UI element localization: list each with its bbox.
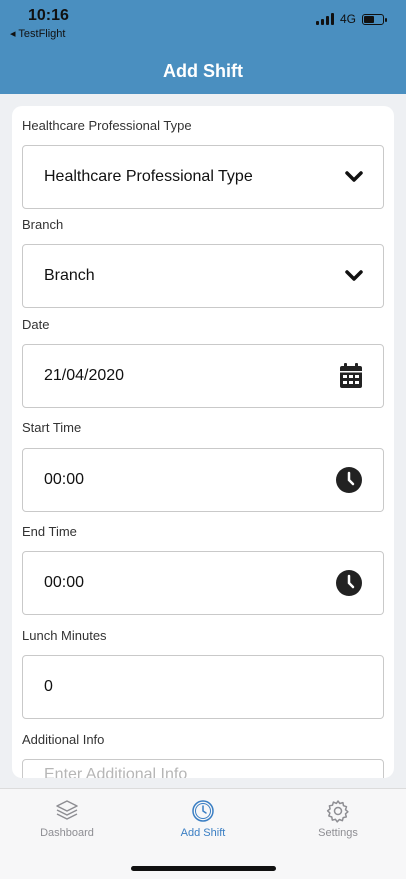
healthcare-type-select[interactable]: Healthcare Professional Type: [22, 145, 384, 209]
app-header: 10:16 ◂ TestFlight 4G Add Shift: [0, 0, 406, 94]
tab-settings[interactable]: Settings: [278, 799, 398, 839]
lunch-minutes-input[interactable]: 0: [22, 655, 384, 719]
date-value: 21/04/2020: [44, 367, 125, 384]
tab-dashboard[interactable]: Dashboard: [7, 799, 127, 839]
network-type: 4G: [339, 12, 356, 26]
battery-icon: [362, 13, 387, 25]
branch-value: Branch: [44, 267, 95, 284]
healthcare-type-label: Healthcare Professional Type: [22, 118, 192, 133]
tab-dashboard-label: Dashboard: [40, 827, 94, 839]
chevron-down-icon: [345, 270, 363, 282]
end-time-label: End Time: [22, 524, 77, 539]
additional-info-input[interactable]: Enter Additional Info: [22, 759, 384, 778]
healthcare-type-value: Healthcare Professional Type: [44, 168, 253, 185]
tab-add-shift[interactable]: Add Shift: [143, 799, 263, 839]
start-time-field[interactable]: 00:00: [22, 448, 384, 512]
branch-label: Branch: [22, 217, 64, 232]
tab-add-shift-label: Add Shift: [180, 827, 226, 839]
signal-icon: [315, 13, 334, 25]
date-label: Date: [22, 317, 50, 332]
layers-icon: [7, 799, 127, 823]
lunch-minutes-value: 0: [44, 678, 53, 695]
clock-icon[interactable]: [335, 466, 363, 494]
additional-info-label: Additional Info: [22, 732, 105, 747]
date-field[interactable]: 21/04/2020: [22, 344, 384, 408]
start-time-value: 00:00: [44, 471, 85, 488]
end-time-field[interactable]: 00:00: [22, 551, 384, 615]
form-card: Healthcare Professional Type Healthcare …: [12, 106, 394, 778]
clock-icon: [143, 799, 263, 823]
branch-select[interactable]: Branch: [22, 244, 384, 308]
status-time: 10:16: [28, 7, 69, 24]
chevron-down-icon: [345, 171, 363, 183]
back-to-app-link[interactable]: ◂ TestFlight: [10, 27, 65, 40]
start-time-label: Start Time: [22, 420, 82, 435]
lunch-minutes-label: Lunch Minutes: [22, 628, 107, 643]
end-time-value: 00:00: [44, 574, 85, 591]
status-indicators: 4G: [315, 12, 387, 26]
page-title: Add Shift: [163, 61, 243, 81]
calendar-icon[interactable]: [339, 363, 363, 389]
back-app-label: TestFlight: [18, 28, 66, 40]
home-indicator[interactable]: [131, 866, 276, 871]
tab-settings-label: Settings: [318, 827, 358, 839]
gear-icon: [278, 799, 398, 823]
additional-info-placeholder: Enter Additional Info: [44, 766, 188, 778]
clock-icon[interactable]: [335, 569, 363, 597]
